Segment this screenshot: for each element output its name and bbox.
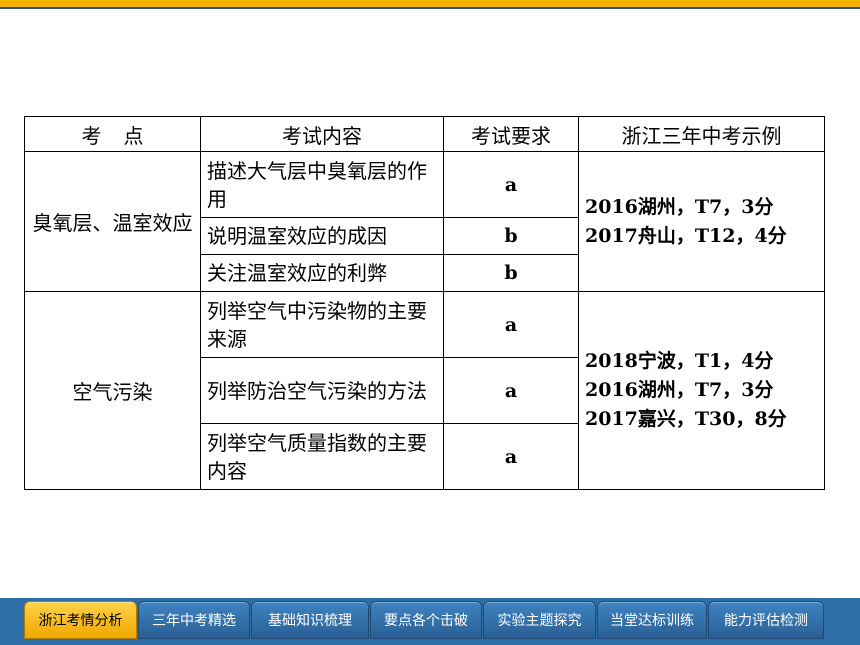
header-examples: 浙江三年中考示例	[578, 116, 825, 152]
tab-class-practice[interactable]: 当堂达标训练	[597, 601, 707, 639]
example-line: 2016湖州，T7，3分	[585, 195, 774, 218]
tab-key-points[interactable]: 要点各个击破	[370, 601, 482, 639]
top-accent-line	[0, 7, 860, 9]
requirement-cell: a	[443, 151, 579, 218]
header-row: 考点 考试内容 考试要求 浙江三年中考示例	[24, 116, 825, 152]
requirement-cell: b	[443, 217, 579, 255]
topic-cell: 空气污染	[24, 291, 201, 490]
tab-ability-test[interactable]: 能力评估检测	[708, 601, 824, 639]
requirement-cell: a	[443, 291, 579, 358]
header-content: 考试内容	[200, 116, 444, 152]
table-row: 空气污染 列举空气中污染物的主要来源 a 2018宁波，T1，4分 2016湖州…	[24, 291, 825, 490]
table-row: 臭氧层、温室效应 描述大气层中臭氧层的作用 a 2016湖州，T7，3分 201…	[24, 151, 825, 292]
requirement-cell: a	[443, 357, 579, 424]
examples-cell: 2018宁波，T1，4分 2016湖州，T7，3分 2017嘉兴，T30，8分	[578, 291, 825, 490]
requirement-cell: a	[443, 423, 579, 490]
exam-points-table: 考点 考试内容 考试要求 浙江三年中考示例 臭氧层、温室效应 描述大气层中臭氧层…	[24, 116, 825, 490]
header-topic: 考点	[24, 116, 201, 152]
tab-past-exams[interactable]: 三年中考精选	[138, 601, 250, 639]
content-cell: 关注温室效应的利弊	[200, 254, 444, 292]
content-cell: 说明温室效应的成因	[200, 217, 444, 255]
content-cell: 列举空气中污染物的主要来源	[200, 291, 444, 358]
top-accent-bar	[0, 0, 860, 7]
examples-cell: 2016湖州，T7，3分 2017舟山，T12，4分	[578, 151, 825, 292]
tab-experiments[interactable]: 实验主题探究	[483, 601, 596, 639]
header-requirement: 考试要求	[443, 116, 579, 152]
tab-basic-knowledge[interactable]: 基础知识梳理	[251, 601, 369, 639]
content-cell: 列举防治空气污染的方法	[200, 357, 444, 424]
example-line: 2016湖州，T7，3分	[585, 379, 774, 401]
content-cell: 列举空气质量指数的主要内容	[200, 423, 444, 490]
requirement-cell: b	[443, 254, 579, 292]
example-line: 2018宁波，T1，4分	[585, 350, 774, 372]
content-cell: 描述大气层中臭氧层的作用	[200, 151, 444, 218]
example-line: 2017舟山，T12，4分	[585, 224, 787, 247]
topic-cell: 臭氧层、温室效应	[24, 151, 201, 292]
tab-exam-analysis[interactable]: 浙江考情分析	[24, 601, 137, 639]
example-line: 2017嘉兴，T30，8分	[585, 408, 787, 430]
